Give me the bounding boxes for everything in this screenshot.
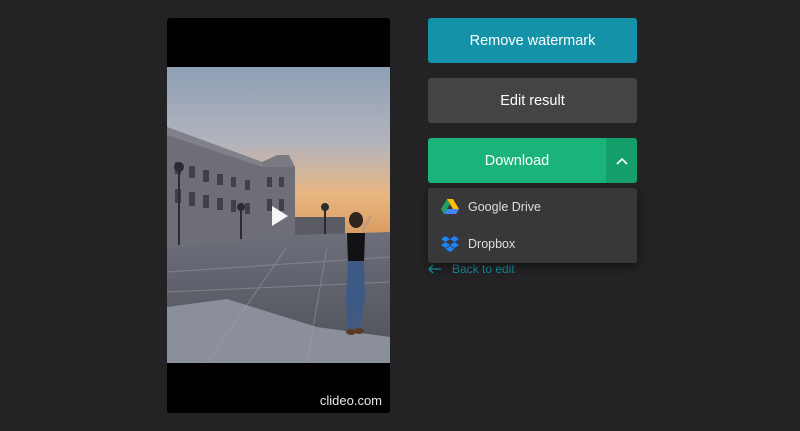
watermark-text: clideo.com <box>319 393 382 408</box>
play-button[interactable] <box>270 205 290 227</box>
menu-item-label: Dropbox <box>468 236 516 251</box>
edit-result-button[interactable]: Edit result <box>428 78 637 123</box>
google-drive-icon <box>441 198 459 216</box>
download-button-group: Download <box>428 138 637 183</box>
chevron-up-icon[interactable] <box>615 157 628 165</box>
remove-watermark-button[interactable]: Remove watermark <box>428 18 637 63</box>
video-player[interactable]: clideo.com <box>167 18 390 413</box>
menu-item-google-drive[interactable]: Google Drive <box>428 188 637 225</box>
arrow-left-icon <box>428 264 441 274</box>
download-options-toggle[interactable] <box>606 138 637 183</box>
play-icon[interactable] <box>270 205 290 227</box>
download-destinations-menu: Google Drive Dropbox <box>428 188 637 263</box>
download-button[interactable]: Download <box>428 138 606 183</box>
menu-item-label: Google Drive <box>468 199 541 214</box>
dropbox-icon <box>441 235 459 253</box>
video-preview[interactable] <box>167 67 390 363</box>
back-to-edit-label: Back to edit <box>452 262 515 276</box>
menu-item-dropbox[interactable]: Dropbox <box>428 225 637 262</box>
